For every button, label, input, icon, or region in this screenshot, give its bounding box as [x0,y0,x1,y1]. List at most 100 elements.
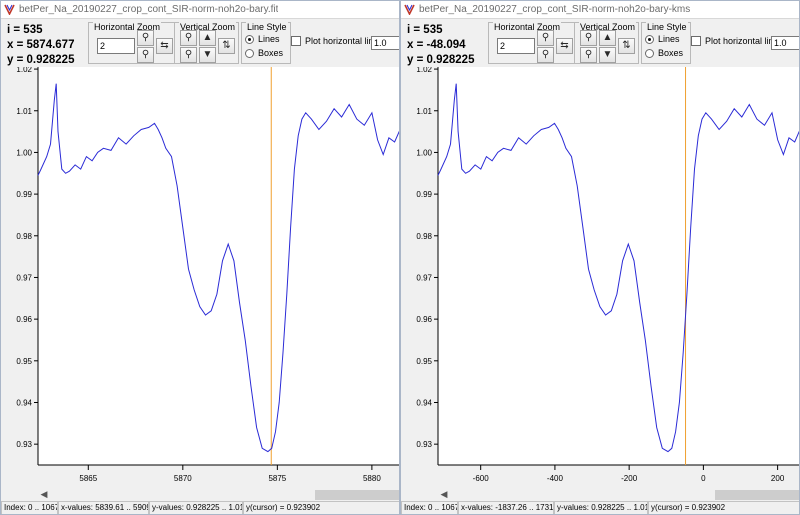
arrow-up-icon[interactable]: ▲ [599,30,616,46]
spectrum-plot-area[interactable]: 0.93 0.94 0.95 0.96 0.97 0.98 0.99 1.00 1.01 1.02… [1,67,400,487]
hline-value-input[interactable]: 1.0 [371,36,399,50]
arrow-down-icon[interactable]: ▼ [599,47,616,63]
line-style-label: Line Style [646,22,688,32]
status-bar: Index: 0 .. 1067 x-values: -1837.26 .. 1… [401,501,799,514]
radio-lines[interactable] [645,34,654,44]
status-bar: Index: 0 .. 1067 x-values: 5839.61 .. 59… [1,501,399,514]
plot-background [38,67,399,465]
line-style-boxes-option[interactable]: Boxes [245,48,283,58]
zoom-out-icon[interactable]: ⚲ [537,47,554,63]
vertical-zoom-group: Vertical Zoom ⚲ ⚲ ▲ ▼ ⇅ [574,22,639,64]
x-tick-label: 200 [771,474,785,483]
y-tick-label: 0.97 [416,273,432,282]
horizontal-zoom-input[interactable]: 2 [497,38,535,54]
line-style-boxes-option[interactable]: Boxes [645,48,683,58]
x-tick-label: -600 [473,474,490,483]
hline-checkbox-box[interactable] [691,36,701,46]
y-tick-label: 0.97 [16,273,32,282]
hline-checkbox-box[interactable] [291,36,301,46]
line-style-lines-option[interactable]: Lines [645,34,680,44]
y-tick-label: 1.00 [416,148,432,157]
window-title: betPer_Na_20190227_crop_cont_SIR-norm-no… [19,4,279,15]
radio-lines[interactable] [245,34,254,44]
vertical-zoom-in-icon[interactable]: ⚲ [580,30,597,46]
status-x-values: x-values: 5839.61 .. 5909.55 [58,501,149,514]
vertical-zoom-out-icon[interactable]: ⚲ [180,47,197,63]
scroll-thumb[interactable] [315,490,399,500]
line-style-lines-option[interactable]: Lines [245,34,280,44]
status-x-values: x-values: -1837.26 .. 1731.04 [458,501,554,514]
status-y-values: y-values: 0.928225 .. 1.01753 [149,501,243,514]
x-tick-label: 5865 [79,474,97,483]
zoom-reset-icon[interactable]: ⇆ [156,38,173,54]
y-tick-label: 0.93 [16,440,32,449]
title-bar[interactable]: betPer_Na_20190227_crop_cont_SIR-norm-no… [1,1,399,19]
y-tick-label: 0.95 [16,357,32,366]
arrow-down-icon[interactable]: ▼ [199,47,216,63]
zoom-in-icon[interactable]: ⚲ [137,30,154,46]
horizontal-scrollbar[interactable]: ◀ [401,488,799,501]
readout-x: x = -48.094 [407,39,466,51]
x-tick-label: 0 [701,474,706,483]
y-tick-label: 0.98 [16,232,32,241]
vertical-zoom-in-icon[interactable]: ⚲ [180,30,197,46]
spectrum-plot-area[interactable]: 0.93 0.94 0.95 0.96 0.97 0.98 0.99 1.00 1.01 1.02… [401,67,800,487]
plot-background [438,67,799,465]
title-bar[interactable]: betPer_Na_20190227_crop_cont_SIR-norm-no… [401,1,799,19]
x-tick-label: 5880 [363,474,381,483]
x-tick-label: 5870 [174,474,192,483]
zoom-out-icon[interactable]: ⚲ [137,47,154,63]
status-index: Index: 0 .. 1067 [401,501,458,514]
scroll-left-arrow-icon[interactable]: ◀ [438,488,450,501]
y-tick-label: 0.94 [16,398,32,407]
app-icon [4,4,15,15]
y-tick-label: 1.02 [416,67,432,74]
status-y-values: y-values: 0.928225 .. 1.01753 [554,501,648,514]
vertical-zoom-out-icon[interactable]: ⚲ [580,47,597,63]
readout-index: i = 535 [7,24,43,36]
x-tick-label: 5875 [268,474,286,483]
zoom-reset-icon[interactable]: ⇆ [556,38,573,54]
window-title: betPer_Na_20190227_crop_cont_SIR-norm-no… [419,4,691,15]
spectrum-chart[interactable]: 0.93 0.94 0.95 0.96 0.97 0.98 0.99 1.00 1.01 1.02… [1,67,400,487]
y-tick-label: 0.99 [16,190,32,199]
y-tick-label: 1.02 [16,67,32,74]
y-tick-label: 1.01 [16,107,32,116]
y-tick-label: 0.96 [16,315,32,324]
radio-boxes[interactable] [245,48,254,58]
line-style-group: Line Style Lines Boxes [241,22,291,64]
y-tick-label: 0.93 [416,440,432,449]
zoom-in-icon[interactable]: ⚲ [537,30,554,46]
y-tick-label: 0.95 [416,357,432,366]
y-tick-label: 0.96 [416,315,432,324]
line-style-group: Line Style Lines Boxes [641,22,691,64]
y-tick-label: 1.00 [16,148,32,157]
readout-y: y = 0.928225 [407,54,475,66]
y-tick-label: 0.98 [416,232,432,241]
line-style-label: Line Style [246,22,288,32]
radio-lines-label: Lines [258,34,280,44]
app-icon [404,4,415,15]
cursor-readout: i = 535 x = -48.094 y = 0.928225 [407,23,483,68]
scroll-left-arrow-icon[interactable]: ◀ [38,488,50,501]
horizontal-zoom-input[interactable]: 2 [97,38,135,54]
hline-value-input[interactable]: 1.0 [771,36,799,50]
radio-boxes[interactable] [645,48,654,58]
readout-y: y = 0.928225 [7,54,75,66]
vertical-reset-icon[interactable]: ⇅ [218,38,235,54]
radio-boxes-label: Boxes [258,48,284,58]
cursor-readout: i = 535 x = 5874.677 y = 0.928225 [7,23,83,68]
x-tick-label: -200 [621,474,638,483]
y-tick-label: 1.01 [416,107,432,116]
scroll-thumb[interactable] [715,490,799,500]
radio-lines-label: Lines [658,34,680,44]
spectrum-window-velocity: betPer_Na_20190227_crop_cont_SIR-norm-no… [400,0,800,515]
x-tick-label: -400 [547,474,564,483]
y-tick-label: 0.99 [416,190,432,199]
arrow-up-icon[interactable]: ▲ [199,30,216,46]
vertical-zoom-group: Vertical Zoom ⚲ ⚲ ▲ ▼ ⇅ [174,22,239,64]
spectrum-chart[interactable]: 0.93 0.94 0.95 0.96 0.97 0.98 0.99 1.00 1.01 1.02… [401,67,800,487]
vertical-reset-icon[interactable]: ⇅ [618,38,635,54]
status-y-cursor: y(cursor) = 0.923902 [243,501,399,514]
horizontal-scrollbar[interactable]: ◀ [1,488,399,501]
